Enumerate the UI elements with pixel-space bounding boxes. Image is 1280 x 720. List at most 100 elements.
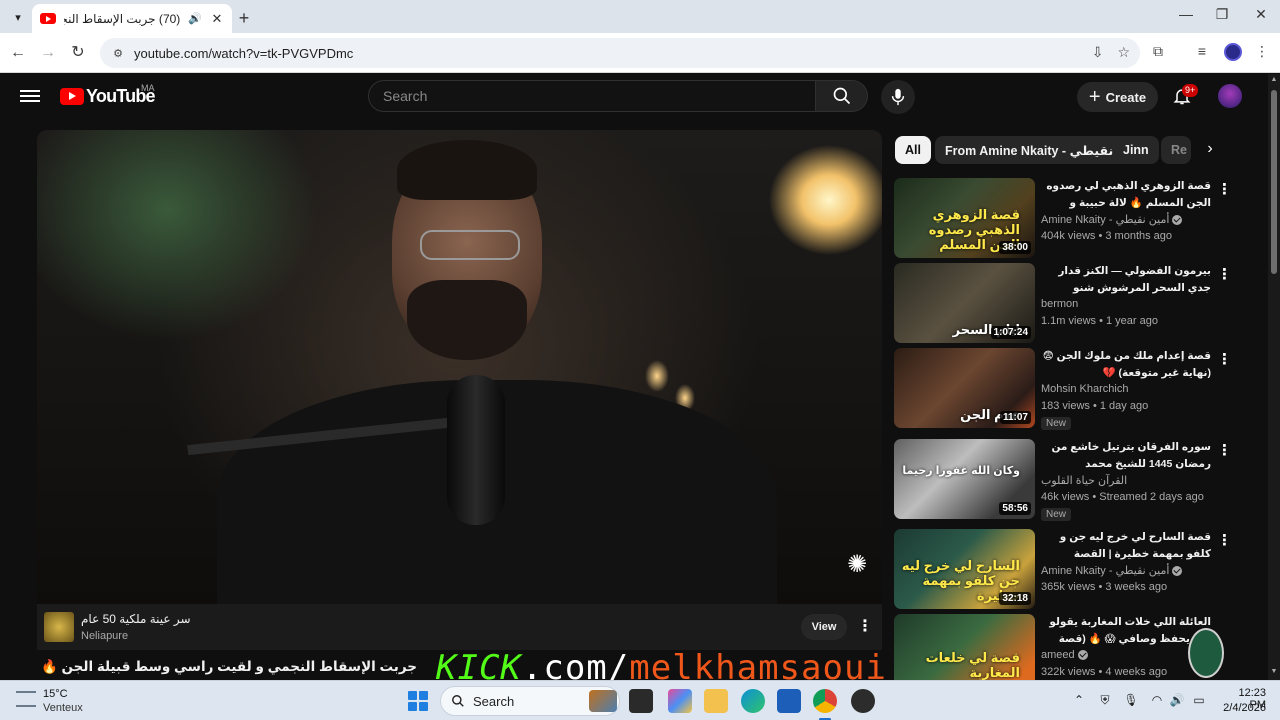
reload-button[interactable]: ↻ <box>68 43 88 63</box>
recommendation-title[interactable]: قصة السارح لي خرج ليه جن و كلفو بمهمة خط… <box>1041 529 1211 563</box>
back-button[interactable]: ← <box>8 43 28 63</box>
video-thumbnail[interactable]: قصة الزوهري الذهبي رصدوه الجن المسلم 38:… <box>894 178 1035 258</box>
more-options-icon[interactable]: ⋮ <box>1217 441 1232 459</box>
recommendation-title[interactable]: قصة الزوهري الذهبي لي رصدوه الجن المسلم … <box>1041 178 1211 212</box>
youtube-favicon-icon <box>40 13 56 24</box>
chip-partial[interactable]: Re <box>1161 136 1191 164</box>
close-tab-icon[interactable]: ✕ <box>210 11 224 27</box>
chrome-browser-icon[interactable] <box>813 689 837 720</box>
copilot-icon[interactable] <box>668 689 692 713</box>
browser-profile-avatar[interactable] <box>1224 43 1242 61</box>
search-button[interactable] <box>816 80 868 112</box>
browser-tab-active[interactable]: (70) جربت الإسقاط النجمي و 🔊 ✕ <box>32 4 232 33</box>
site-info-icon[interactable]: ⚙ <box>110 45 126 61</box>
ad-title[interactable]: سر عينة ملكية 50 عام <box>81 612 191 626</box>
video-thumbnail[interactable]: السارح لي خرج ليه جن كلفو بمهمة خطيرة 32… <box>894 529 1035 609</box>
recommendation-item[interactable]: ايام السحر 1:07:24 بيرمون الفضولي — الكن… <box>894 263 1239 345</box>
scrollbar-thumb[interactable] <box>1271 90 1277 274</box>
youtube-play-logo-icon <box>60 88 84 105</box>
recommendation-title[interactable]: العائلة اللي خلات المغاربة يقولو الله يح… <box>1041 614 1211 648</box>
page-scrollbar[interactable]: ▲ ▼ <box>1268 74 1280 680</box>
install-app-icon[interactable]: ⇩ <box>1092 44 1104 61</box>
recommendation-title[interactable]: بيرمون الفضولي — الكنز قدار جدي السحر ال… <box>1041 263 1211 297</box>
media-controls-icon[interactable]: ≡ <box>1192 43 1212 59</box>
show-hidden-icons-chevron-icon[interactable]: ⌃ <box>1070 693 1088 707</box>
recommendation-item[interactable]: عدم الجن 11:07 قصة إعدام ملك من ملوك الج… <box>894 348 1239 430</box>
channel-name[interactable]: bermon <box>1041 298 1078 310</box>
chip-all[interactable]: All <box>895 136 931 164</box>
duration-badge: 11:07 <box>999 411 1031 424</box>
network-shield-icon[interactable]: ⛨ <box>1096 693 1114 708</box>
more-options-icon[interactable]: ⋮ <box>1217 531 1232 549</box>
video-player[interactable]: ✺ <box>37 130 882 604</box>
chip-jinn[interactable]: Jinn <box>1113 136 1159 164</box>
create-button[interactable]: + Create <box>1077 82 1158 112</box>
browser-menu-icon[interactable]: ⋮ <box>1252 43 1272 60</box>
search-highlight-image <box>589 690 617 712</box>
clock-date[interactable]: 2/4/2026 <box>1218 702 1266 714</box>
scroll-down-arrow-icon[interactable]: ▼ <box>1270 668 1278 676</box>
ad-banner[interactable]: سر عينة ملكية 50 عام Neliapure View ⋮ <box>37 604 882 650</box>
create-label: Create <box>1105 89 1147 105</box>
duration-badge: 1:07:24 <box>990 326 1031 339</box>
recommendation-item[interactable]: وكان الله غفورا رحيما 58:56 سوره الفرقان… <box>894 439 1239 521</box>
volume-icon[interactable]: 🔊 <box>1168 693 1186 707</box>
address-bar[interactable]: ⚙ youtube.com/watch?v=tk-PVGVPDmc ⇩ ☆ <box>100 38 1140 68</box>
ad-thumbnail[interactable] <box>44 612 74 642</box>
video-thumbnail[interactable]: قصة لي خلعات المغاربة <box>894 614 1035 680</box>
url-text[interactable]: youtube.com/watch?v=tk-PVGVPDmc <box>134 46 353 61</box>
edge-browser-icon[interactable] <box>741 689 765 713</box>
video-frame-hair <box>397 140 537 200</box>
file-explorer-icon[interactable] <box>704 689 728 713</box>
new-tab-button[interactable]: + <box>236 8 252 29</box>
weather-temperature[interactable]: 15°C <box>43 688 68 700</box>
task-view-icon[interactable] <box>629 689 653 713</box>
ad-view-button[interactable]: View <box>801 614 847 640</box>
taskbar-search-box[interactable]: Search <box>440 686 620 716</box>
channel-name[interactable]: Mohsin Kharchich <box>1041 383 1128 395</box>
channel-name[interactable]: Amine Nkaity - أمين نقيطي <box>1041 564 1183 577</box>
close-window-button[interactable]: ✕ <box>1249 6 1273 23</box>
chevron-right-icon[interactable]: › <box>1198 140 1222 160</box>
tab-search-dropdown-icon[interactable]: ▾ <box>8 7 28 27</box>
video-meta: 365k views • 3 weeks ago <box>1041 581 1168 593</box>
search-field[interactable] <box>368 80 816 112</box>
ad-more-options-icon[interactable]: ⋮ <box>857 616 873 636</box>
voice-search-button[interactable] <box>881 80 915 114</box>
microphone-tray-icon[interactable]: 🎙 <box>1122 693 1140 707</box>
wifi-icon[interactable]: ◠ <box>1148 693 1166 707</box>
more-options-icon[interactable]: ⋮ <box>1217 265 1232 283</box>
forward-button[interactable]: → <box>38 43 58 63</box>
minimize-window-button[interactable]: — <box>1174 6 1198 22</box>
account-avatar[interactable] <box>1218 84 1242 108</box>
speaker-icon[interactable]: 🔊 <box>188 12 202 25</box>
scroll-up-arrow-icon[interactable]: ▲ <box>1270 76 1278 84</box>
floating-channel-badge-icon[interactable] <box>1188 628 1224 678</box>
recommendation-item[interactable]: قصة الزوهري الذهبي رصدوه الجن المسلم 38:… <box>894 178 1239 260</box>
recommendation-title[interactable]: سوره الفرقان بترتيل خاشع من رمضان 1445 ل… <box>1041 439 1211 473</box>
channel-name[interactable]: Amine Nkaity - أمين نقيطي <box>1041 213 1183 226</box>
maximize-window-button[interactable]: ❐ <box>1210 6 1234 23</box>
hamburger-menu-icon[interactable] <box>20 86 40 106</box>
windows-start-icon[interactable] <box>408 691 428 711</box>
search-input[interactable] <box>383 88 815 104</box>
more-options-icon[interactable]: ⋮ <box>1217 180 1232 198</box>
video-frame-beard <box>407 280 527 360</box>
recommendation-item[interactable]: السارح لي خرج ليه جن كلفو بمهمة خطيرة 32… <box>894 529 1239 611</box>
video-thumbnail[interactable]: عدم الجن 11:07 <box>894 348 1035 428</box>
extensions-icon[interactable]: ⧉ <box>1148 43 1168 60</box>
video-thumbnail[interactable]: وكان الله غفورا رحيما 58:56 <box>894 439 1035 519</box>
channel-name[interactable]: القرآن حياة القلوب <box>1041 474 1127 487</box>
battery-icon[interactable]: ▭ <box>1190 693 1208 707</box>
video-thumbnail[interactable]: ايام السحر 1:07:24 <box>894 263 1035 343</box>
channel-name[interactable]: ameed <box>1041 649 1088 661</box>
recommendation-item[interactable]: قصة لي خلعات المغاربة العائلة اللي خلات … <box>894 614 1239 680</box>
weather-wind-icon[interactable] <box>16 691 36 707</box>
app-icon[interactable] <box>851 689 875 713</box>
microsoft-store-icon[interactable] <box>777 689 801 713</box>
bookmark-star-icon[interactable]: ☆ <box>1117 44 1130 61</box>
channel-watermark-icon[interactable]: ✺ <box>837 550 877 590</box>
recommendation-title[interactable]: قصة إعدام ملك من ملوك الجن 😨 (نهاية غير … <box>1041 348 1211 382</box>
more-options-icon[interactable]: ⋮ <box>1217 350 1232 368</box>
weather-description[interactable]: Venteux <box>43 702 83 714</box>
